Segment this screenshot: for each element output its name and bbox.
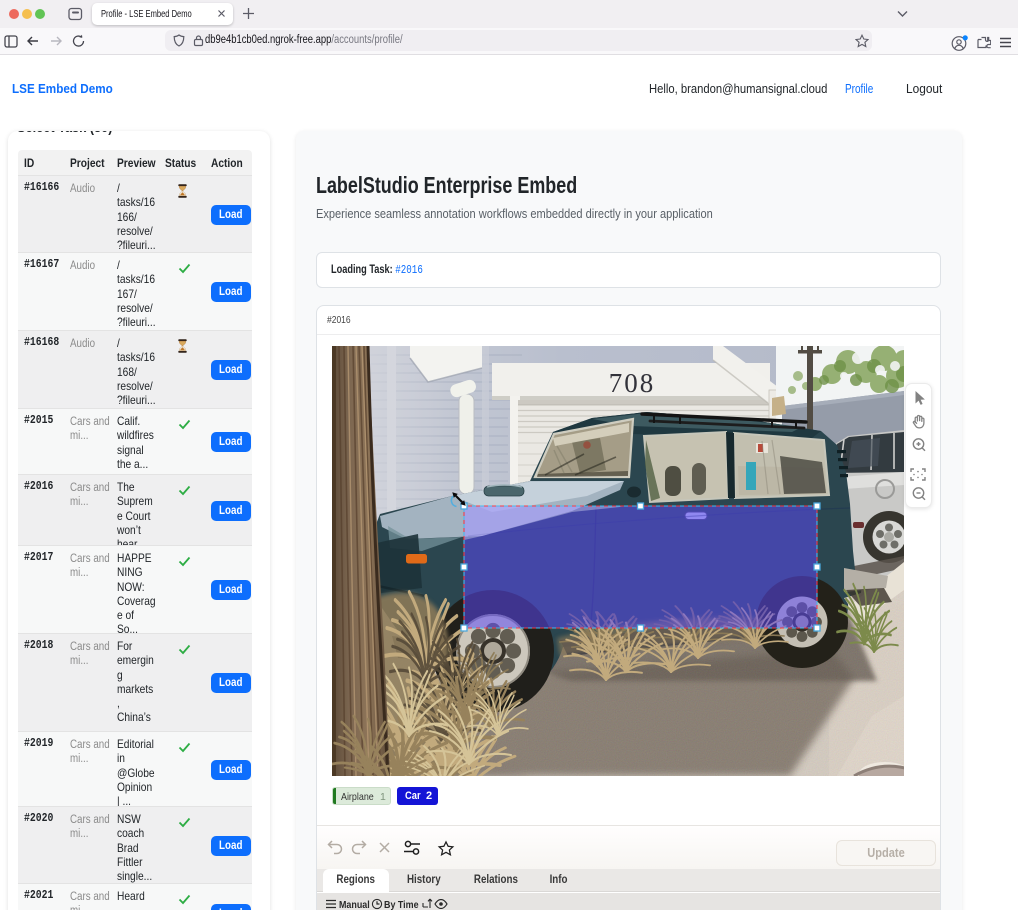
- svg-text:708: 708: [609, 368, 656, 398]
